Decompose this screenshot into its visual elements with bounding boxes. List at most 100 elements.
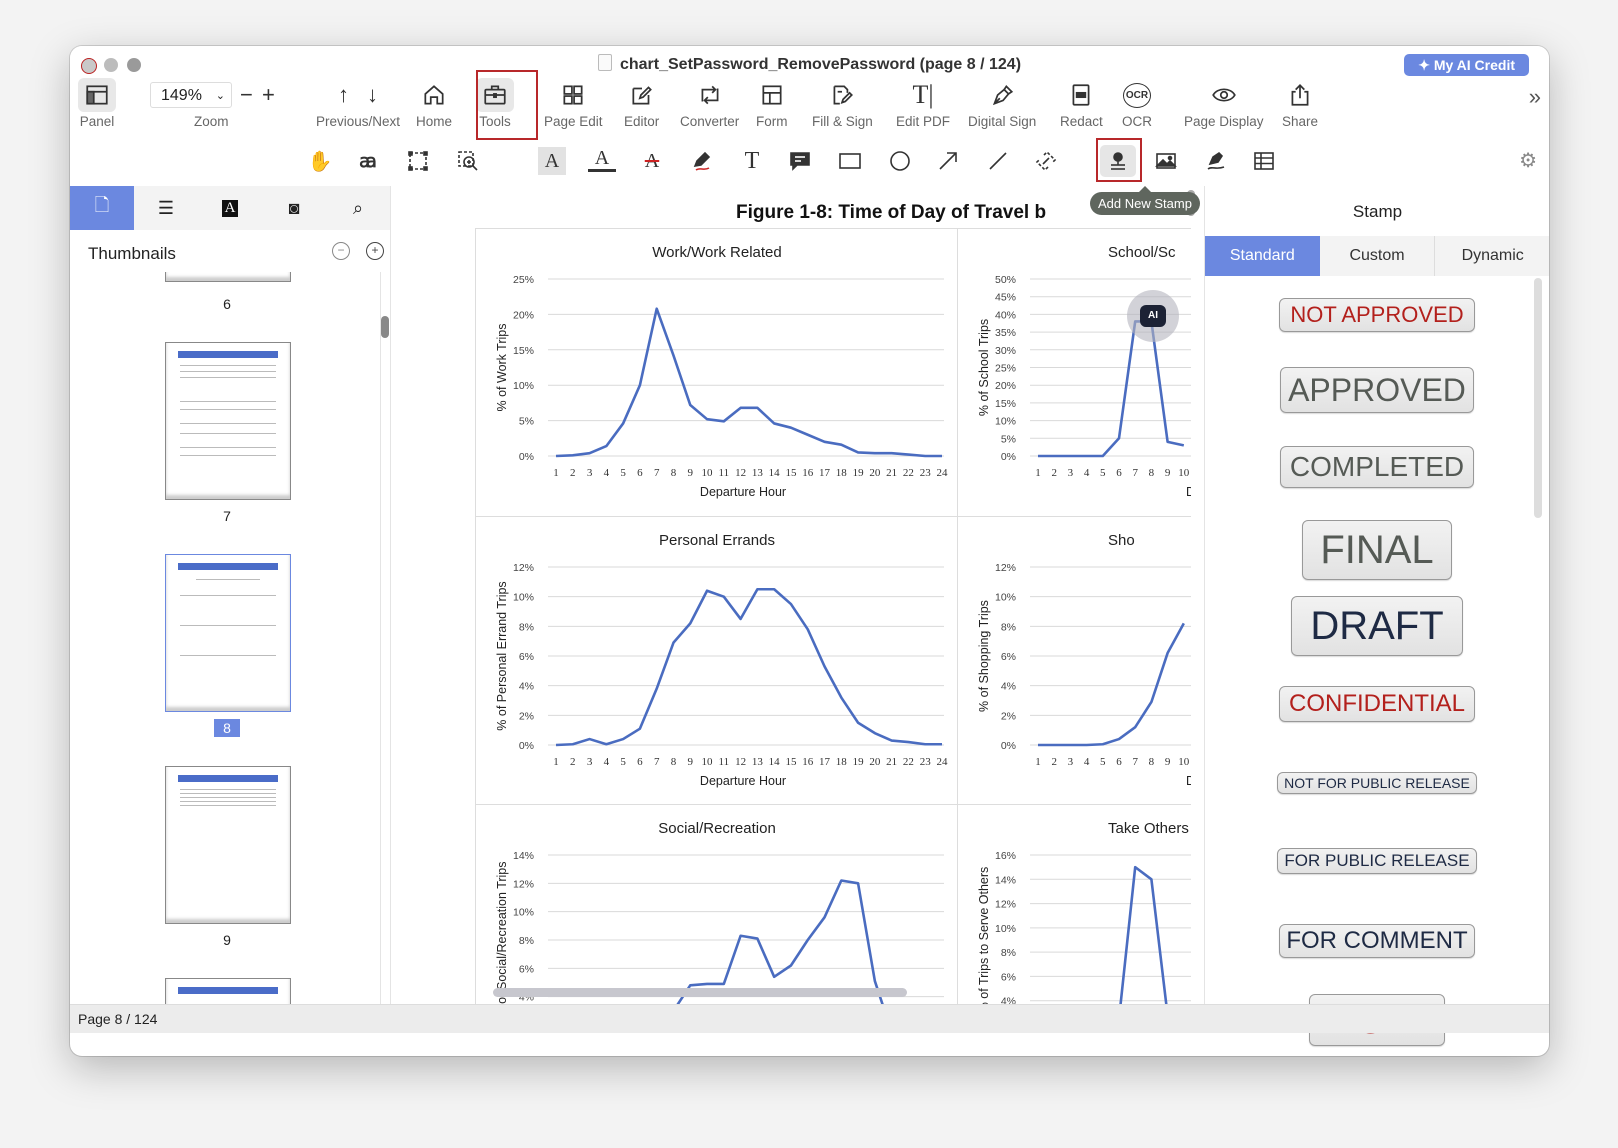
my-ai-credit-button[interactable]: ✦ My AI Credit [1404,54,1529,76]
chart-svg: Work/Work Related0%5%10%15%20%25%1 2 3 4 5 6 7… [495,244,948,499]
tab-snapshots[interactable]: ◙ [262,186,326,230]
line-icon[interactable] [984,147,1012,175]
text-box-icon[interactable]: T [738,147,766,175]
series-line [1038,320,1185,458]
stamp-item[interactable]: NOT APPROVED [1279,298,1475,332]
fill-sign-icon [829,78,855,112]
comment-note-icon[interactable] [786,147,814,175]
x-tick-label: 7 [654,467,660,479]
thumbnail-scrollbar[interactable] [381,316,389,338]
underline-text-icon[interactable]: A [588,147,616,172]
redact-button[interactable]: Redact [1060,78,1103,129]
edit-pdf-button[interactable]: T| Edit PDF [896,78,950,129]
x-tick-label: 19 [853,756,865,768]
page-display-button[interactable]: Page Display [1184,78,1264,129]
fill-sign-button[interactable]: Fill & Sign [812,78,873,129]
x-tick-label: 6 [637,467,643,479]
arrow-icon[interactable] [934,147,962,175]
y-axis-label: % of School Trips [977,319,991,416]
x-tick-label: 9 [688,467,694,479]
ocr-icon: OCR [1122,78,1152,112]
text-select-icon[interactable]: ꜳ [354,147,382,175]
chart-title: Sho [1108,532,1135,549]
tab-annotations[interactable]: A [198,186,262,230]
horizontal-scrollbar[interactable] [493,988,907,997]
series-line [1119,865,1168,1004]
zoom-area-icon[interactable] [454,147,482,175]
ocr-button[interactable]: OCR OCR [1122,78,1152,129]
stamp-item[interactable]: COMPLETED [1280,446,1474,488]
tab-search[interactable]: ⌕ [326,186,390,230]
converter-button[interactable]: Converter [680,78,739,129]
stamp-item[interactable]: FINAL [1302,520,1452,580]
stamp-item[interactable]: FOR PUBLIC RELEASE [1277,848,1477,874]
page-edit-button[interactable]: Page Edit [544,78,603,129]
zoom-out-thumbnails-icon[interactable]: − [332,242,350,260]
arrow-up-icon[interactable]: ↑ [338,82,349,108]
image-icon[interactable] [1152,147,1180,175]
stamp-list-scrollbar[interactable] [1534,278,1542,518]
rectangle-icon[interactable] [836,147,864,175]
home-button[interactable]: Home [416,78,452,129]
figure-title: Figure 1-8: Time of Day of Travel b [736,202,1047,223]
ai-assistant-button[interactable]: AI [1127,290,1179,342]
panel-button[interactable]: Panel [78,78,116,129]
stamp-tabs: Standard Custom Dynamic [1205,236,1549,276]
stamp-item[interactable]: APPROVED [1280,367,1474,413]
page-display-label: Page Display [1184,114,1264,129]
pencil-draw-icon[interactable] [688,147,716,175]
y-tick-label: 16% [995,850,1016,862]
x-tick-label: 12 [735,756,746,768]
x-tick-label: 4 [1084,756,1090,768]
signature-icon[interactable] [1202,147,1230,175]
arrow-down-icon[interactable]: ↓ [367,82,378,108]
convert-icon [697,78,723,112]
zoom-select[interactable]: 149% ⌄ [150,82,232,108]
y-tick-label: 8% [1001,621,1016,633]
settings-gear-icon[interactable]: ⚙ [1519,148,1537,173]
table-icon[interactable] [1250,147,1278,175]
form-button[interactable]: Form [756,78,788,129]
x-tick-label: 13 [752,467,764,479]
stamp-item[interactable]: NOT FOR PUBLIC RELEASE [1277,772,1477,794]
more-tools-chevron-icon[interactable]: » [1529,84,1541,110]
zoom-in-thumbnails-icon[interactable]: + [366,242,384,260]
y-tick-label: 5% [1001,433,1016,445]
editor-button[interactable]: Editor [624,78,659,129]
stamp-item[interactable]: CONFIDENTIAL [1279,686,1475,722]
area-select-icon[interactable] [404,147,432,175]
tab-outline[interactable]: ☰ [134,186,198,230]
thumbnail-page-7[interactable] [165,342,291,500]
chart-title: Work/Work Related [652,244,782,261]
share-button[interactable]: Share [1282,78,1318,129]
thumbnail-page-10[interactable] [165,978,291,1004]
page-edit-label: Page Edit [544,114,603,129]
zoom-in-button[interactable]: + [262,82,275,108]
link-icon[interactable] [1032,147,1060,175]
x-tick-label: 14 [769,756,781,768]
thumbnail-page-9[interactable] [165,766,291,924]
x-tick-label: 23 [920,756,932,768]
thumbnail-page-6[interactable] [165,272,291,282]
zoom-out-button[interactable]: − [240,82,253,108]
tab-dynamic[interactable]: Dynamic [1434,236,1549,276]
thumbnail-page-8[interactable] [165,554,291,712]
tab-custom[interactable]: Custom [1320,236,1435,276]
y-tick-label: 15% [513,345,534,357]
x-tick-label: 22 [903,756,914,768]
tab-thumbnails[interactable]: 🗋 [70,186,134,230]
highlight-text-icon[interactable]: A [538,147,566,175]
stamp-item[interactable]: DRAFT [1291,596,1463,656]
hand-tool-icon[interactable]: ✋ [306,147,334,175]
digital-sign-button[interactable]: Digital Sign [968,78,1036,129]
chevron-down-icon: ⌄ [215,90,225,102]
series-line [555,587,942,747]
y-tick-label: 4% [519,681,534,693]
stamp-item[interactable]: FOR COMMENT [1279,924,1475,958]
tab-standard[interactable]: Standard [1205,236,1320,276]
circle-icon[interactable] [886,147,914,175]
strikethrough-text-icon[interactable]: A [638,147,666,175]
x-axis-label: D [1186,485,1191,499]
y-tick-label: 0% [519,740,534,752]
x-tick-label: 4 [604,467,610,479]
